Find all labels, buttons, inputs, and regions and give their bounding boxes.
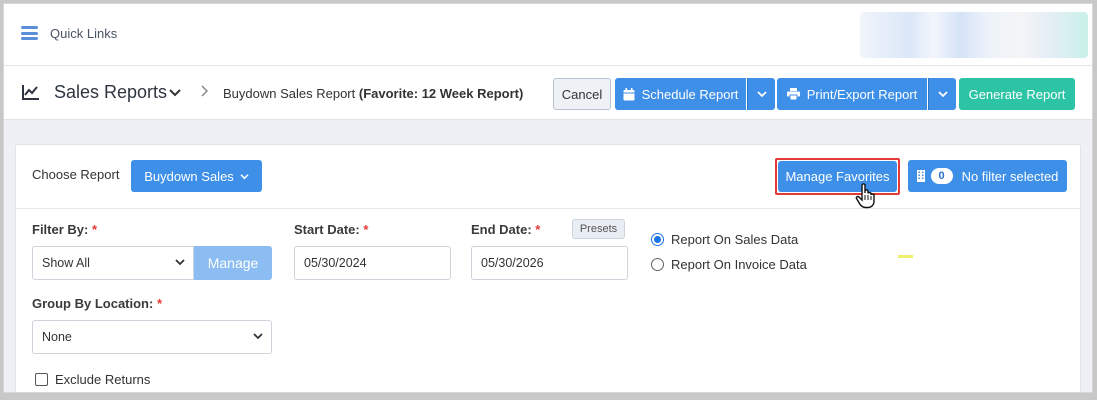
choose-report-label: Choose Report <box>32 167 120 182</box>
start-date-label: Start Date: * <box>294 222 368 237</box>
group-by-value: None <box>42 330 72 344</box>
group-by-text: Group By Location: <box>32 296 154 311</box>
radio-sales-data[interactable] <box>651 233 664 246</box>
quick-links-label[interactable]: Quick Links <box>50 26 117 41</box>
filter-status-button[interactable]: 0 No filter selected <box>908 160 1067 192</box>
breadcrumb: Buydown Sales Report (Favorite: 12 Week … <box>223 86 523 101</box>
app-window: Quick Links Sales Reports Buydown Sales … <box>3 3 1093 393</box>
schedule-report-button[interactable]: Schedule Report <box>615 78 746 110</box>
presets-button[interactable]: Presets <box>572 219 625 239</box>
report-options-panel: Choose Report Buydown Sales Manage Favor… <box>15 144 1081 392</box>
breadcrumb-favorite: (Favorite: 12 Week Report) <box>358 86 524 101</box>
chevron-down-icon <box>937 91 948 98</box>
chevron-right-icon <box>200 84 209 100</box>
cancel-button[interactable]: Cancel <box>553 78 611 110</box>
required-mark: * <box>91 222 98 237</box>
chevron-down-icon[interactable] <box>169 86 181 100</box>
required-mark: * <box>156 296 163 311</box>
start-date-text: Start Date: <box>294 222 360 237</box>
end-date-input[interactable]: 05/30/2026 <box>471 246 628 280</box>
manage-favorites-button[interactable]: Manage Favorites <box>778 161 897 192</box>
schedule-report-label: Schedule Report <box>641 86 739 102</box>
print-export-label: Print/Export Report <box>806 86 918 102</box>
no-filter-label: No filter selected <box>961 168 1059 184</box>
line-chart-icon <box>22 85 39 100</box>
printer-icon <box>786 88 800 100</box>
end-date-label: End Date: * <box>471 222 540 237</box>
exclude-returns-checkbox[interactable] <box>35 373 48 386</box>
page-header: Sales Reports Buydown Sales Report (Favo… <box>4 66 1092 120</box>
start-date-input[interactable]: 05/30/2024 <box>294 246 451 280</box>
required-mark: * <box>363 222 369 237</box>
chevron-down-icon <box>253 333 263 340</box>
choose-report-value: Buydown Sales <box>144 168 234 184</box>
calendar-icon <box>623 87 635 100</box>
filter-by-text: Filter By: <box>32 222 89 237</box>
menu-icon[interactable] <box>21 26 38 40</box>
required-mark: * <box>535 222 541 237</box>
quick-links-bar: Quick Links <box>4 4 1092 66</box>
building-icon <box>916 170 925 182</box>
end-date-text: End Date: <box>471 222 532 237</box>
blurred-user-area <box>860 12 1088 58</box>
manage-filter-button[interactable]: Manage <box>194 246 272 280</box>
page-title[interactable]: Sales Reports <box>54 82 167 103</box>
group-by-select[interactable]: None <box>32 320 272 354</box>
generate-report-button[interactable]: Generate Report <box>959 78 1075 110</box>
breadcrumb-report: Buydown Sales Report <box>223 86 359 101</box>
filter-by-select[interactable]: Show All <box>32 246 194 280</box>
print-export-dropdown[interactable] <box>928 78 956 110</box>
highlight-mark <box>898 255 913 258</box>
exclude-returns-label[interactable]: Exclude Returns <box>55 372 150 387</box>
filter-by-value: Show All <box>42 256 90 270</box>
chevron-down-icon <box>756 91 767 98</box>
chevron-down-icon <box>175 259 185 266</box>
group-by-label: Group By Location: * <box>32 296 162 311</box>
choose-report-dropdown[interactable]: Buydown Sales <box>131 160 262 192</box>
radio-sales-label[interactable]: Report On Sales Data <box>671 232 798 247</box>
radio-invoice-data[interactable] <box>651 258 664 271</box>
filter-by-label: Filter By: * <box>32 222 97 237</box>
chevron-down-icon <box>240 173 249 179</box>
panel-header: Choose Report Buydown Sales Manage Favor… <box>16 145 1080 209</box>
schedule-report-dropdown[interactable] <box>747 78 775 110</box>
print-export-button[interactable]: Print/Export Report <box>777 78 927 110</box>
hand-cursor-icon <box>855 183 875 209</box>
radio-invoice-label[interactable]: Report On Invoice Data <box>671 257 807 272</box>
filter-count-badge: 0 <box>930 168 953 184</box>
